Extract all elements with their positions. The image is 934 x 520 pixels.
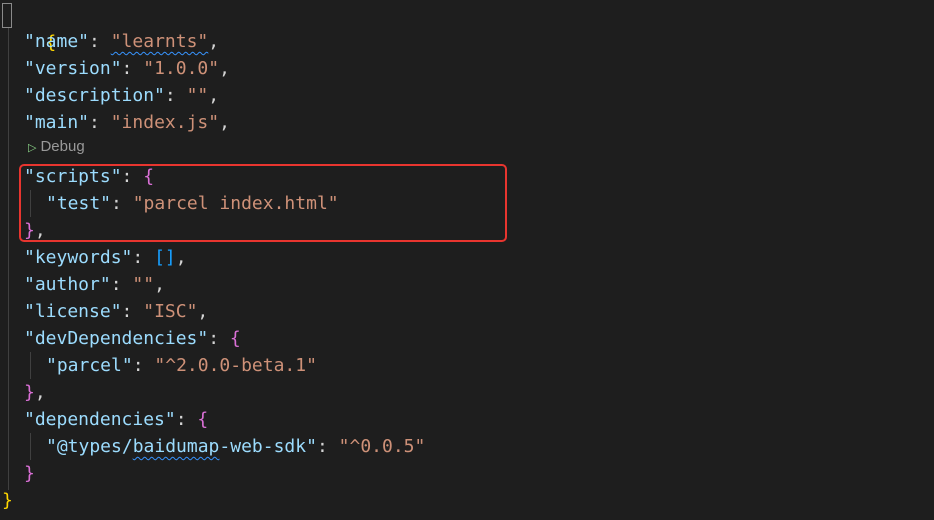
code-line-license: "license": "ISC", <box>24 301 209 322</box>
json-key-parcel: "parcel" <box>46 355 133 376</box>
json-key-dependencies: "dependencies" <box>24 409 176 430</box>
json-value-version: "1.0.0" <box>143 58 220 79</box>
json-key-license: "license" <box>24 301 122 322</box>
json-value-main: "index.js" <box>110 112 220 133</box>
json-key-keywords: "keywords" <box>24 247 133 268</box>
deps-close-brace: } <box>24 463 35 484</box>
code-line-close: } <box>0 487 13 514</box>
json-key-main: "main" <box>24 112 90 133</box>
json-value-baidumap: "^0.0.5" <box>338 436 426 457</box>
code-line-devdeps-close: }, <box>24 382 46 403</box>
code-line-open: { <box>0 2 56 53</box>
json-key-name: "name" <box>24 31 90 52</box>
code-line-main: "main": "index.js", <box>24 112 230 133</box>
code-line-devdependencies: "devDependencies": { <box>24 328 241 349</box>
debug-label: Debug <box>40 138 85 155</box>
play-icon: ▷ <box>28 142 37 154</box>
code-line-keywords: "keywords": [], <box>24 247 187 268</box>
code-line-baidumap: "@types/baidumap-web-sdk": "^0.0.5" <box>46 436 426 457</box>
code-line-deps-close: } <box>0 460 35 487</box>
json-value-license: "ISC" <box>143 301 198 322</box>
deps-open-brace: { <box>197 409 209 430</box>
json-key-devdependencies: "devDependencies" <box>24 328 209 349</box>
code-line-author: "author": "", <box>24 274 165 295</box>
json-key-version: "version" <box>24 58 122 79</box>
close-brace: } <box>2 490 13 511</box>
code-line-dependencies: "dependencies": { <box>24 409 209 430</box>
json-key-baidumap-suffix: -web-sdk" <box>219 436 317 457</box>
json-value-name: "learnts" <box>110 31 209 52</box>
code-line-description: "description": "", <box>24 85 220 106</box>
code-line-version: "version": "1.0.0", <box>24 58 230 79</box>
json-key-baidumap-squiggle: baidumap <box>132 436 220 457</box>
json-value-parcel: "^2.0.0-beta.1" <box>154 355 317 376</box>
devdeps-open-brace: { <box>229 328 241 349</box>
debug-codelens[interactable]: ▷ Debug <box>28 135 85 159</box>
devdeps-close-brace: } <box>24 382 35 403</box>
json-key-baidumap-prefix: "@types/ <box>46 436 133 457</box>
code-line-parcel: "parcel": "^2.0.0-beta.1" <box>46 355 317 376</box>
scripts-highlight-box <box>19 164 507 242</box>
json-key-author: "author" <box>24 274 111 295</box>
code-line-name: "name": "learnts", <box>24 31 220 52</box>
json-key-description: "description" <box>24 85 165 106</box>
json-value-author: "" <box>132 274 155 295</box>
json-value-keywords: [] <box>154 247 176 268</box>
json-value-description: "" <box>186 85 209 106</box>
code-editor[interactable]: { "name": "learnts", "version": "1.0.0",… <box>0 0 934 520</box>
